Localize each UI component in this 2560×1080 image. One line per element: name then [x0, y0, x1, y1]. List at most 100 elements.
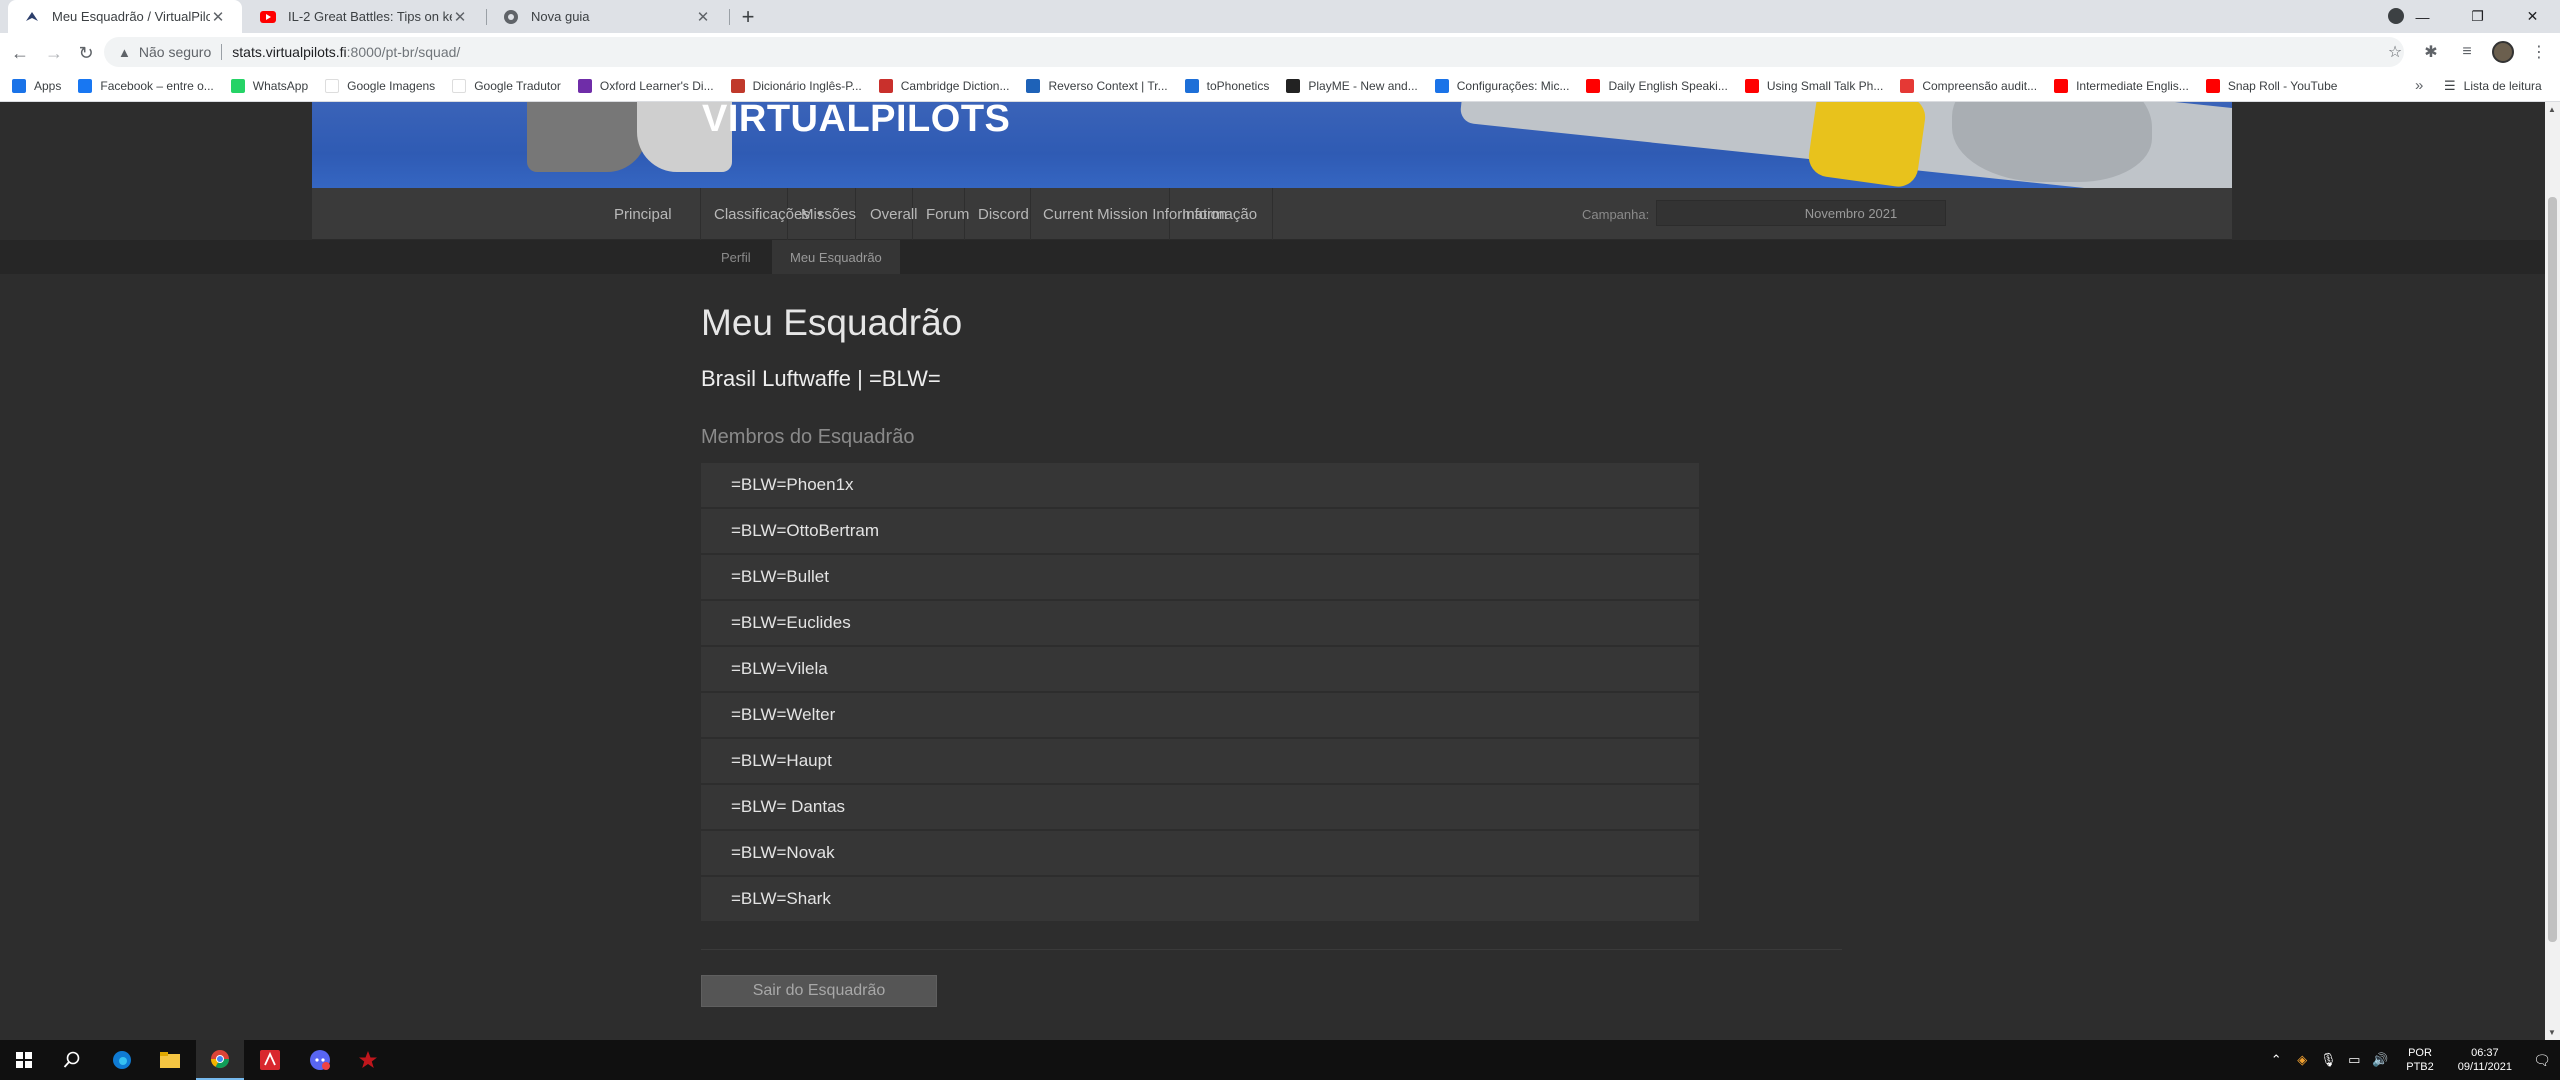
- header-banner: [312, 102, 2232, 188]
- bookmarks-more-icon[interactable]: »: [2415, 77, 2423, 94]
- bookmark-item[interactable]: Cambridge Diction...: [878, 79, 1010, 93]
- bookmark-label: Cambridge Diction...: [900, 79, 1010, 93]
- member-row[interactable]: =BLW=Bullet: [701, 555, 1699, 599]
- member-row[interactable]: =BLW=OttoBertram: [701, 509, 1699, 553]
- facebook-icon: [78, 79, 93, 93]
- divider: [701, 949, 1842, 950]
- nav-item-label: Classificações: [714, 205, 810, 223]
- member-row[interactable]: =BLW= Dantas: [701, 785, 1699, 829]
- bookmark-item[interactable]: Facebook – entre o...: [78, 79, 214, 93]
- youtube-icon: [260, 9, 276, 25]
- tab-title: Meu Esquadrão / VirtualPilots (IL-2 Stur…: [52, 9, 210, 24]
- nav-item-discord[interactable]: Discord: [978, 188, 1029, 240]
- close-icon[interactable]: ✕: [210, 9, 226, 26]
- member-row[interactable]: =BLW=Euclides: [701, 601, 1699, 645]
- language-indicator[interactable]: POR PTB2: [2406, 1046, 2434, 1074]
- bookmark-item[interactable]: Daily English Speaki...: [1586, 79, 1728, 93]
- tophonetics-icon: [1184, 79, 1199, 93]
- windows-start-icon[interactable]: [0, 1040, 48, 1080]
- tab-nova-guia[interactable]: Nova guia ✕: [487, 0, 727, 33]
- member-row[interactable]: =BLW=Haupt: [701, 739, 1699, 783]
- star-icon[interactable]: ☆: [2384, 41, 2406, 63]
- bookmark-item[interactable]: Reverso Context | Tr...: [1026, 79, 1168, 93]
- member-row[interactable]: =BLW=Welter: [701, 693, 1699, 737]
- bookmark-item[interactable]: Using Small Talk Ph...: [1744, 79, 1883, 93]
- subnav-item-meu-esquadrao[interactable]: Meu Esquadrão: [772, 240, 900, 274]
- member-row[interactable]: =BLW=Vilela: [701, 647, 1699, 691]
- page-scrollbar[interactable]: ▲ ▼: [2545, 102, 2560, 1040]
- nav-item-principal[interactable]: Principal: [614, 188, 672, 240]
- close-icon[interactable]: ✕: [452, 9, 468, 26]
- member-name: =BLW=Bullet: [731, 567, 829, 586]
- nav-item-overall[interactable]: Overall: [870, 188, 918, 240]
- member-row[interactable]: =BLW=Shark: [701, 877, 1699, 921]
- tab-title: Nova guia: [531, 9, 590, 24]
- nav-item-forum[interactable]: Forum: [926, 188, 969, 240]
- leave-squad-button[interactable]: Sair do Esquadrão: [701, 975, 937, 1007]
- close-window-button[interactable]: ✕: [2505, 0, 2560, 33]
- member-name: =BLW=Euclides: [731, 613, 851, 632]
- bookmark-label: Oxford Learner's Di...: [599, 79, 714, 93]
- member-row[interactable]: =BLW=Novak: [701, 831, 1699, 875]
- game-star-icon[interactable]: [344, 1040, 392, 1080]
- edge-icon[interactable]: [98, 1040, 146, 1080]
- bookmark-item[interactable]: Snap Roll - YouTube: [2205, 79, 2337, 93]
- bookmark-item[interactable]: Configurações: Mic...: [1434, 79, 1569, 93]
- member-row[interactable]: =BLW=Phoen1x: [701, 463, 1699, 507]
- new-tab-button[interactable]: +: [735, 4, 761, 30]
- address-bar[interactable]: ▲ Não seguro stats.virtualpilots.fi :800…: [104, 37, 2404, 67]
- member-name: =BLW=Vilela: [731, 659, 828, 678]
- tab-il2-tips[interactable]: IL-2 Great Battles: Tips on keyboard ✕: [244, 0, 484, 33]
- menu-dots-icon[interactable]: ⋮: [2528, 41, 2550, 63]
- discord-icon[interactable]: [296, 1040, 344, 1080]
- sub-navigation: Perfil Meu Esquadrão: [0, 240, 2560, 274]
- bookmark-item[interactable]: Intermediate Englis...: [2054, 79, 2189, 93]
- bookmark-label: toPhonetics: [1206, 79, 1270, 93]
- network-icon[interactable]: ▭: [2342, 1052, 2366, 1068]
- site-brand-logo[interactable]: VIRTUALPILOTS: [702, 102, 1010, 141]
- clock[interactable]: 06:37 09/11/2021: [2458, 1046, 2512, 1074]
- reload-icon[interactable]: ↻: [74, 41, 98, 65]
- bookmark-item[interactable]: toPhonetics: [1184, 79, 1270, 93]
- reading-list-icon[interactable]: ≡: [2456, 41, 2478, 63]
- bookmark-item[interactable]: Google Tradutor: [452, 79, 561, 93]
- chrome-taskbar-icon[interactable]: [196, 1040, 244, 1080]
- scroll-thumb[interactable]: [2548, 197, 2557, 942]
- file-explorer-icon[interactable]: [146, 1040, 194, 1080]
- bookmark-item[interactable]: Apps: [12, 79, 61, 93]
- bookmark-item[interactable]: PlayME - New and...: [1286, 79, 1418, 93]
- nav-item-informa-o[interactable]: Informação: [1182, 188, 1257, 240]
- bookmark-item[interactable]: WhatsApp: [230, 79, 308, 93]
- campaign-select[interactable]: Novembro 2021: [1656, 200, 1946, 226]
- reading-list-button[interactable]: ☰ Lista de leitura: [2444, 78, 2542, 94]
- squad-name: Brasil Luftwaffe | =BLW=: [701, 366, 941, 391]
- bookmark-item[interactable]: Compreensão audit...: [1900, 79, 2037, 93]
- tab-meu-esquadrao[interactable]: Meu Esquadrão / VirtualPilots (IL-2 Stur…: [8, 0, 242, 33]
- bookmark-item[interactable]: Dicionário Inglês-P...: [730, 79, 862, 93]
- browser-tabstrip: Meu Esquadrão / VirtualPilots (IL-2 Stur…: [0, 0, 2560, 33]
- search-icon[interactable]: [48, 1040, 96, 1080]
- bookmark-item[interactable]: Oxford Learner's Di...: [577, 79, 714, 93]
- back-arrow-icon[interactable]: ←: [8, 41, 32, 65]
- avast-icon[interactable]: ◈: [2290, 1052, 2314, 1068]
- close-icon[interactable]: ✕: [695, 9, 711, 26]
- speaker-icon[interactable]: 🔊: [2368, 1052, 2392, 1068]
- microphone-icon[interactable]: 🎙: [2316, 1052, 2340, 1068]
- nav-item-miss-es[interactable]: Missões: [801, 188, 856, 240]
- adobe-reader-icon[interactable]: [246, 1040, 294, 1080]
- banner-plane-yellow-band: [1806, 102, 1928, 188]
- address-separator: [221, 44, 223, 60]
- extensions-icon[interactable]: ✱: [2420, 41, 2442, 63]
- subnav-item-perfil[interactable]: Perfil: [721, 240, 751, 274]
- scroll-down-icon[interactable]: ▼: [2548, 1028, 2556, 1037]
- forward-arrow-icon[interactable]: →: [42, 41, 66, 65]
- member-name: =BLW=Haupt: [731, 751, 832, 770]
- scroll-up-icon[interactable]: ▲: [2548, 105, 2556, 114]
- restore-button[interactable]: ❐: [2450, 0, 2505, 33]
- profile-avatar[interactable]: [2492, 41, 2514, 63]
- notification-icon[interactable]: 🗨: [2524, 1052, 2560, 1069]
- chevron-up-icon[interactable]: ⌃: [2264, 1052, 2288, 1068]
- clock-time: 06:37: [2471, 1047, 2499, 1059]
- minimize-button[interactable]: —: [2395, 0, 2450, 33]
- bookmark-item[interactable]: Google Imagens: [325, 79, 435, 93]
